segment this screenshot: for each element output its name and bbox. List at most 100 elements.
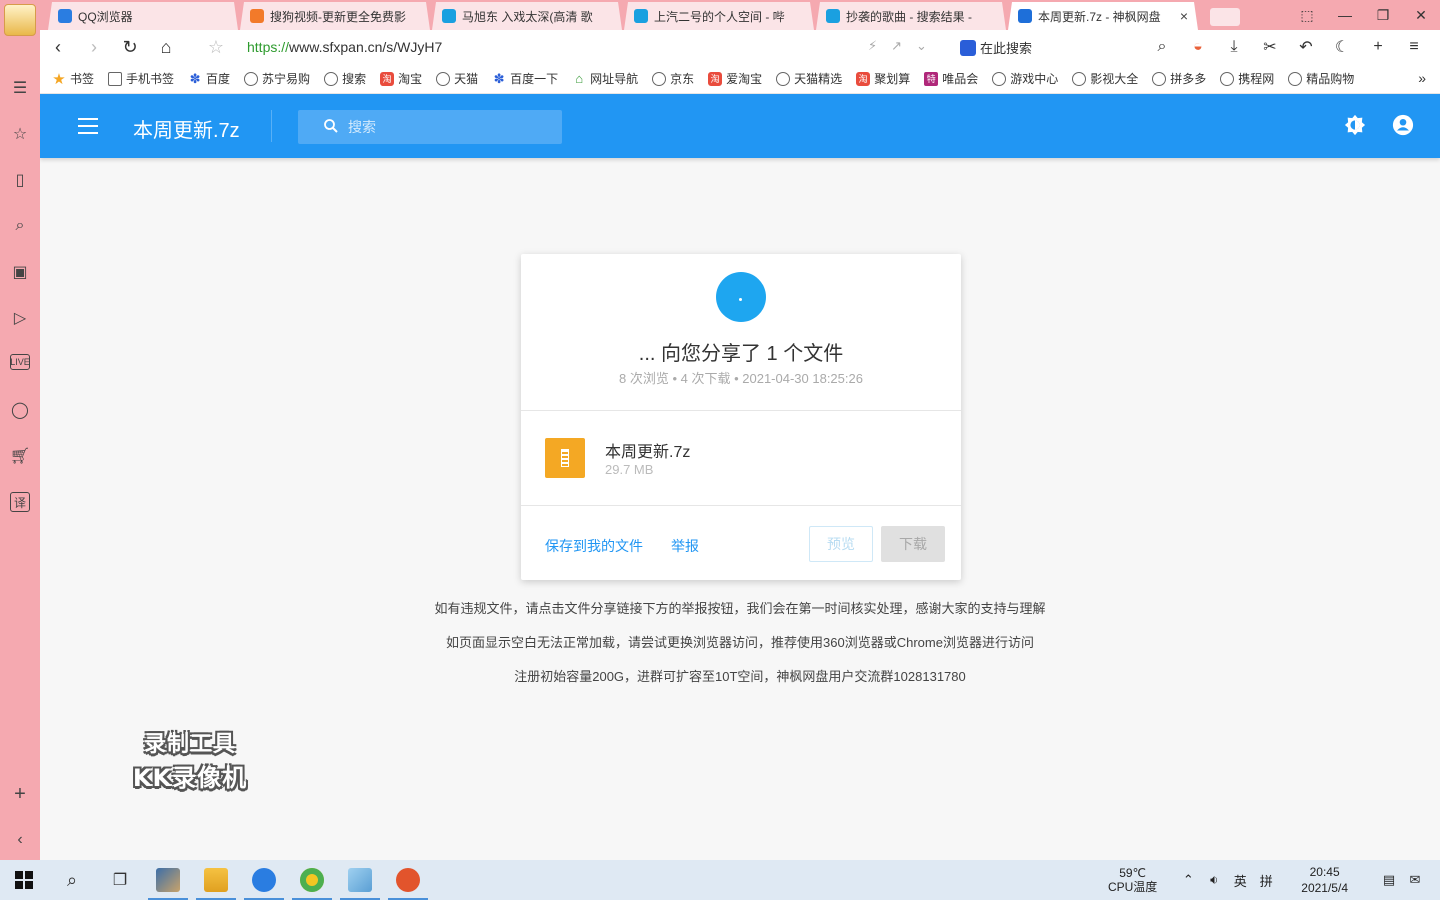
lightning-icon[interactable]: ⚡	[868, 38, 877, 54]
bookmark-item[interactable]: 游戏中心	[992, 70, 1058, 87]
back-button[interactable]: ‹	[40, 30, 76, 64]
new-tab-icon[interactable]: +	[1360, 38, 1396, 56]
bookmark-item[interactable]: 影视大全	[1072, 70, 1138, 87]
bookmark-item[interactable]: 特唯品会	[924, 70, 978, 87]
kk-recorder-icon[interactable]	[384, 860, 432, 900]
browser-tab[interactable]: QQ浏览器	[48, 2, 238, 30]
new-tab-button[interactable]	[1210, 8, 1240, 26]
globe-icon	[1152, 71, 1167, 86]
browser-tab[interactable]: 本周更新.7z - 神枫网盘 ×	[1008, 2, 1198, 30]
bookmark-item[interactable]: 淘聚划算	[856, 70, 910, 87]
browser-tab[interactable]: 马旭东 入戏太深(高清 歌	[432, 2, 622, 30]
translate-icon[interactable]: 译	[10, 492, 30, 512]
bookmark-item[interactable]: 京东	[652, 70, 694, 87]
bookmark-item[interactable]: 搜索	[324, 70, 366, 87]
bookmarks-more-icon[interactable]: »	[1418, 70, 1426, 86]
share-icon[interactable]: ↗	[891, 38, 902, 54]
bookmark-item[interactable]: 淘淘宝	[380, 70, 422, 87]
browser-tab[interactable]: 上汽二号的个人空间 - 哔	[624, 2, 814, 30]
scissors-icon[interactable]: ✂	[1252, 37, 1288, 57]
bookmark-star-icon[interactable]: ☆	[198, 30, 234, 64]
qq-browser-menu-icon[interactable]	[4, 4, 36, 36]
skin-icon[interactable]: ⬚	[1288, 0, 1326, 30]
chat-icon[interactable]: ◯	[10, 400, 30, 420]
night-mode-icon[interactable]: ☾	[1324, 37, 1360, 57]
cart-icon[interactable]: 🛒︎	[10, 446, 30, 466]
ime-mode[interactable]: 拼	[1253, 871, 1279, 890]
sidebar-add-icon[interactable]: +	[10, 783, 30, 805]
tab-title: 马旭东 入戏太深(高清 歌	[462, 9, 593, 24]
bookmark-item[interactable]: ✽ 百度	[188, 70, 230, 87]
card-divider	[521, 410, 961, 411]
favorites-star-icon[interactable]: ☆	[10, 124, 30, 144]
briefcase-icon[interactable]: ▣	[10, 262, 30, 282]
undo-icon[interactable]: ↶	[1288, 37, 1324, 57]
bookmark-item[interactable]: ✽ 百度一下	[492, 70, 558, 87]
search-engine-box[interactable]: 在此搜索	[960, 38, 1032, 57]
task-view-icon[interactable]: ❐	[96, 860, 144, 900]
bookmark-item[interactable]: 天猫	[436, 70, 478, 87]
system-clock[interactable]: 20:45 2021/5/4	[1301, 864, 1348, 896]
header-search[interactable]	[298, 110, 562, 144]
account-icon[interactable]	[1390, 112, 1416, 138]
bookmark-item[interactable]: ⌂ 网址导航	[572, 70, 638, 87]
windows-start-icon[interactable]	[0, 860, 48, 900]
collapse-sidebar-icon[interactable]: ‹	[10, 830, 30, 850]
theme-toggle-icon[interactable]	[1342, 112, 1368, 138]
report-button[interactable]: 举报	[671, 536, 699, 556]
minimize-button[interactable]: —	[1326, 0, 1364, 30]
save-to-my-files-button[interactable]: 保存到我的文件	[545, 536, 643, 556]
browser-tab[interactable]: 搜狗视频-更新更全免费影	[240, 2, 430, 30]
vip-icon: 特	[924, 71, 939, 86]
notification-center-icon[interactable]: ✉	[1402, 872, 1428, 888]
bookmark-item[interactable]: ★ 书签	[52, 70, 94, 88]
preview-button[interactable]: 预览	[809, 526, 873, 562]
notice-line: 如页面显示空白无法正常加载，请尝试更换浏览器访问，推荐使用360浏览器或Chro…	[446, 635, 1034, 650]
live-icon[interactable]: LIVE	[10, 354, 30, 370]
bookmark-item[interactable]: 淘爱淘宝	[708, 70, 762, 87]
notes-icon[interactable]: ☰	[10, 78, 30, 98]
file-explorer-icon[interactable]	[192, 860, 240, 900]
search-icon[interactable]: ⌕	[1144, 38, 1180, 56]
bookmark-item[interactable]: 苏宁易购	[244, 70, 310, 87]
taskbar-app-game-icon[interactable]	[144, 860, 192, 900]
qq-browser-taskbar-icon[interactable]	[240, 860, 288, 900]
reload-button[interactable]: ↻	[112, 30, 148, 64]
video-icon[interactable]: ▷	[10, 308, 30, 328]
tray-expand-icon[interactable]: ⌃	[1175, 872, 1201, 888]
notes-tray-icon[interactable]: ▤	[1376, 872, 1402, 888]
cpu-temperature[interactable]: 59℃ CPU温度	[1108, 866, 1157, 894]
bookmark-item[interactable]: 精品购物	[1288, 70, 1354, 87]
card-divider	[521, 505, 961, 506]
url-field[interactable]: https://www.sfxpan.cn/s/WJyH7	[247, 39, 442, 55]
share-meta: 8 次浏览 • 4 次下载 • 2021-04-30 18:25:26	[619, 371, 863, 386]
bookmark-item[interactable]: 携程网	[1220, 70, 1274, 87]
bookmark-label: 携程网	[1238, 72, 1275, 86]
hamburger-menu-icon[interactable]	[78, 118, 98, 134]
close-tab-icon[interactable]: ×	[1180, 8, 1188, 24]
download-button[interactable]: 下载	[881, 526, 945, 562]
file-name[interactable]: 本周更新.7z	[605, 438, 690, 462]
home-button[interactable]: ⌂	[148, 30, 184, 64]
taskbar-app-green-icon[interactable]	[288, 860, 336, 900]
taskbar-search-icon[interactable]: ⌕	[48, 860, 96, 900]
book-icon[interactable]: ▯	[10, 170, 30, 190]
bookmarks-bar: ★ 书签 手机书签 ✽ 百度 苏宁易购 搜索淘淘宝 天猫 ✽ 百度一下 ⌂ 网址导航 京东淘爱淘宝 天猫精…	[40, 64, 1440, 94]
restore-button[interactable]: ❐	[1364, 0, 1402, 30]
forward-button[interactable]: ›	[76, 30, 112, 64]
baidu-engine-icon	[960, 39, 976, 56]
bookmark-item[interactable]: 拼多多	[1152, 70, 1206, 87]
taskbar-app-blue-icon[interactable]	[336, 860, 384, 900]
sidebar-search-icon[interactable]: ⌕	[10, 216, 30, 236]
menu-icon[interactable]: ≡	[1396, 38, 1432, 56]
header-search-input[interactable]	[348, 116, 548, 138]
browser-tab[interactable]: 抄袭的歌曲 - 搜索结果 -	[816, 2, 1006, 30]
bookmark-item[interactable]: 手机书签	[108, 70, 174, 87]
game-icon[interactable]: ◒	[1180, 38, 1216, 56]
bookmark-item[interactable]: 天猫精选	[776, 70, 842, 87]
volume-icon[interactable]: 🔉︎	[1201, 872, 1227, 888]
dropdown-icon[interactable]: ⌄	[916, 38, 927, 54]
ime-language[interactable]: 英	[1227, 871, 1253, 890]
download-icon[interactable]: ⤓	[1216, 38, 1252, 56]
close-window-button[interactable]: ✕	[1402, 0, 1440, 30]
